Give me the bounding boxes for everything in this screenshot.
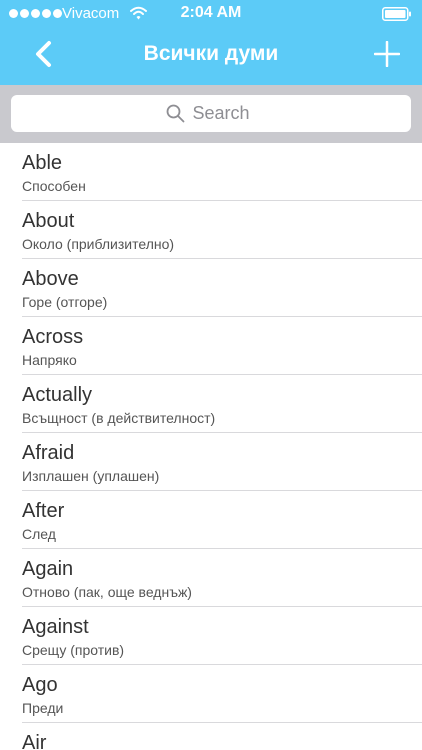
word-translation: Напряко bbox=[22, 352, 77, 368]
search-icon bbox=[166, 104, 184, 123]
word-list: Able Способен About Около (приблизително… bbox=[0, 143, 422, 750]
search-bar bbox=[0, 85, 422, 143]
word-list-item[interactable]: Against Срещу (против) bbox=[0, 607, 422, 665]
word-list-item[interactable]: After След bbox=[0, 491, 422, 549]
word-translation: Способен bbox=[22, 178, 86, 194]
word-title: Actually bbox=[22, 384, 93, 406]
word-list-item[interactable]: Air bbox=[0, 723, 422, 750]
status-time: 2:04 AM bbox=[180, 4, 242, 21]
word-list-item[interactable]: Above Горе (отгоре) bbox=[0, 259, 422, 317]
word-list-item[interactable]: Again Отново (пак, още веднъж) bbox=[0, 549, 422, 607]
header: Vivacom 2:04 AM Всички думи bbox=[0, 0, 422, 85]
word-title: Again bbox=[22, 558, 74, 580]
word-title: After bbox=[22, 500, 65, 522]
add-word-button[interactable] bbox=[370, 37, 404, 71]
word-translation: Изплашен (уплашен) bbox=[22, 468, 160, 484]
word-title: Able bbox=[22, 152, 63, 174]
app-screen: Vivacom 2:04 AM Всички думи Search Able … bbox=[0, 0, 422, 750]
word-translation: Всъщност (в действителност) bbox=[22, 410, 216, 426]
word-translation: Отново (пак, още веднъж) bbox=[22, 584, 192, 600]
search-input[interactable] bbox=[192, 103, 257, 124]
word-title: About bbox=[22, 210, 75, 232]
nav-bar: Всички думи bbox=[0, 28, 422, 85]
word-title: Against bbox=[22, 616, 89, 638]
word-list-item[interactable]: Ago Преди bbox=[0, 665, 422, 723]
word-title: Ago bbox=[22, 674, 58, 696]
search-field[interactable] bbox=[11, 95, 411, 132]
battery-icon bbox=[382, 7, 411, 21]
word-translation: Срещу (против) bbox=[22, 642, 125, 658]
word-list-item[interactable]: Actually Всъщност (в действителност) bbox=[0, 375, 422, 433]
status-bar: Vivacom 2:04 AM bbox=[0, 0, 422, 28]
word-title: Above bbox=[22, 268, 79, 290]
word-list-item[interactable]: About Около (приблизително) bbox=[0, 201, 422, 259]
word-list-item[interactable]: Able Способен bbox=[0, 143, 422, 201]
word-translation: Около (приблизително) bbox=[22, 236, 175, 252]
word-translation: Горе (отгоре) bbox=[22, 294, 108, 310]
word-title: Air bbox=[22, 732, 47, 750]
word-list-item[interactable]: Afraid Изплашен (уплашен) bbox=[0, 433, 422, 491]
word-list-item[interactable]: Across Напряко bbox=[0, 317, 422, 375]
word-title: Across bbox=[22, 326, 84, 348]
word-translation: След bbox=[22, 526, 56, 542]
plus-icon bbox=[374, 41, 400, 67]
word-translation: Преди bbox=[22, 700, 64, 716]
page-title: Всички думи bbox=[143, 42, 279, 65]
word-title: Afraid bbox=[22, 442, 75, 464]
